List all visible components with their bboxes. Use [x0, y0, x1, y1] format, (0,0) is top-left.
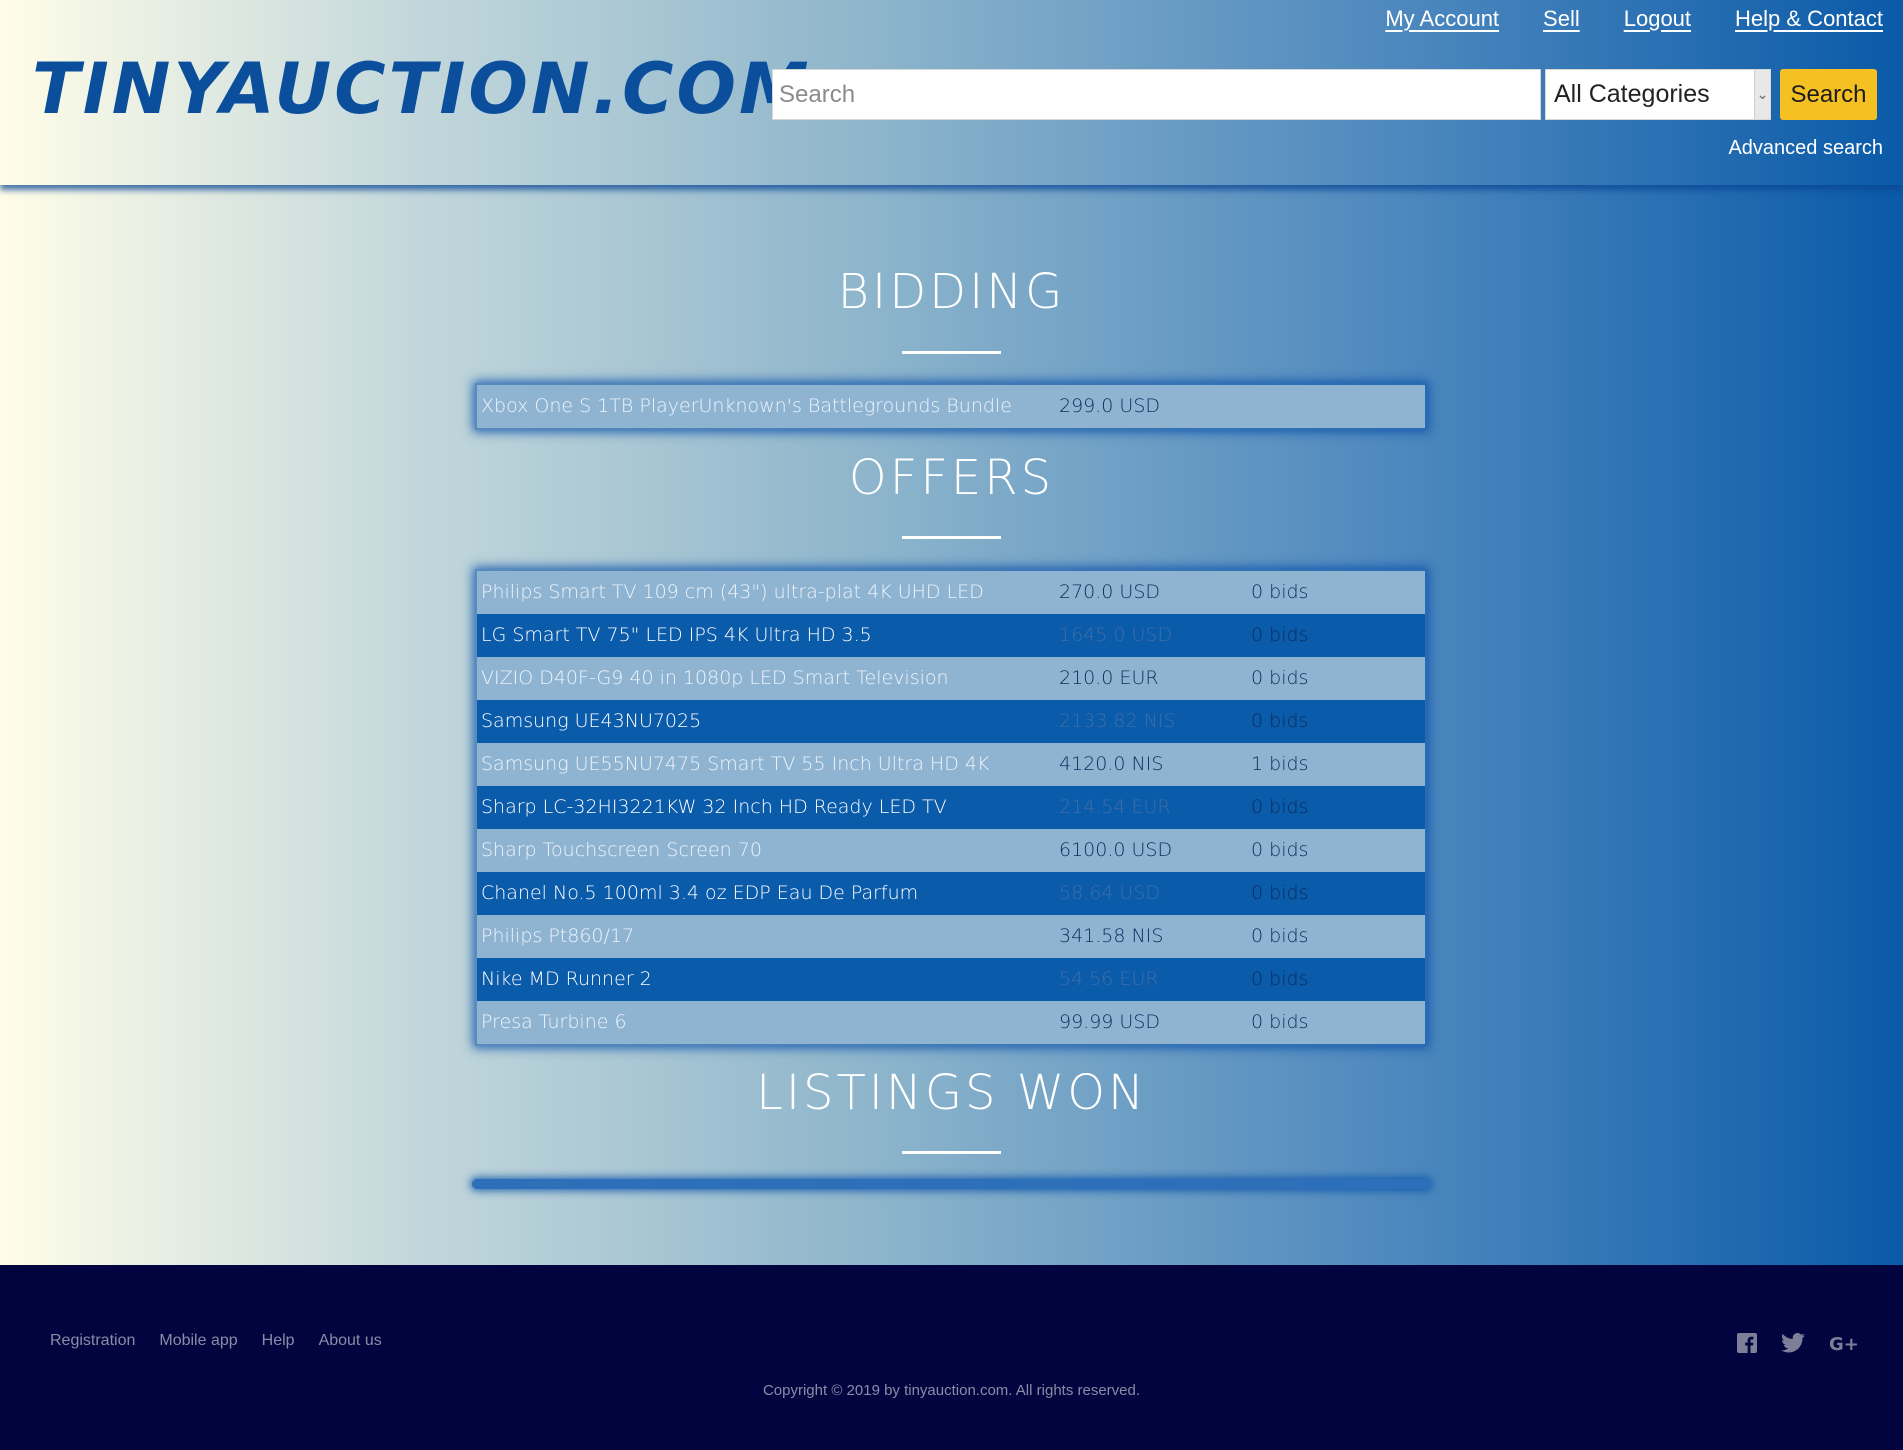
footer-link-mobile-app[interactable]: Mobile app [159, 1332, 237, 1350]
offers-divider [902, 536, 1001, 539]
facebook-icon[interactable] [1737, 1333, 1757, 1353]
google-plus-icon[interactable]: G+ [1829, 1333, 1857, 1353]
item-bids: 0 bids [1251, 624, 1309, 646]
footer-link-registration[interactable]: Registration [50, 1332, 135, 1350]
offers-heading: OFFERS [848, 450, 1055, 506]
site-header: TINYAUCTION.COM My Account Sell Logout H… [0, 0, 1903, 185]
item-price: 6100.0 USD [1059, 839, 1173, 861]
logout-link[interactable]: Logout [1624, 6, 1691, 32]
listings-won-divider [902, 1151, 1001, 1154]
item-price: 214.54 EUR [1059, 796, 1171, 818]
item-name: Chanel No.5 100ml 3.4 oz EDP Eau De Parf… [481, 882, 919, 904]
offers-row[interactable]: Philips Pt860/17 341.58 NIS 0 bids [477, 915, 1425, 958]
site-footer: Registration Mobile app Help About us G+… [0, 1265, 1903, 1450]
item-name: Philips Smart TV 109 cm (43") ultra-plat… [481, 581, 984, 603]
bidding-heading: BIDDING [837, 264, 1066, 320]
offers-row[interactable]: Nike MD Runner 2 54.56 EUR 0 bids [477, 958, 1425, 1001]
offers-row[interactable]: Sharp LC-32HI3221KW 32 Inch HD Ready LED… [477, 786, 1425, 829]
item-name: Sharp Touchscreen Screen 70 [481, 839, 762, 861]
offers-row[interactable]: Sharp Touchscreen Screen 70 6100.0 USD 0 b… [477, 829, 1425, 872]
item-bids: 0 bids [1251, 581, 1309, 603]
item-name: Nike MD Runner 2 [481, 968, 652, 990]
footer-links: Registration Mobile app Help About us [50, 1332, 382, 1350]
item-bids: 0 bids [1251, 1011, 1309, 1033]
item-price: 4120.0 NIS [1059, 753, 1164, 775]
listings-won-table [472, 1179, 1430, 1189]
item-name: Presa Turbine 6 [481, 1011, 627, 1033]
site-logo[interactable]: TINYAUCTION.COM [32, 48, 812, 130]
item-name: Sharp LC-32HI3221KW 32 Inch HD Ready LED… [481, 796, 947, 818]
item-price: 58.64 USD [1059, 882, 1161, 904]
item-bids: 0 bids [1251, 882, 1309, 904]
item-name: LG Smart TV 75" LED IPS 4K Ultra HD 3.5 [481, 624, 872, 646]
item-bids: 1 bids [1251, 753, 1309, 775]
copyright-text: Copyright © 2019 by tinyauction.com. All… [762, 1382, 1141, 1399]
item-bids: 0 bids [1251, 667, 1309, 689]
item-name: Samsung UE43NU7025 [481, 710, 702, 732]
offers-row[interactable]: VIZIO D40F-G9 40 in 1080p LED Smart Tele… [477, 657, 1425, 700]
my-account-link[interactable]: My Account [1385, 6, 1499, 32]
bidding-divider [902, 351, 1001, 354]
item-name: VIZIO D40F-G9 40 in 1080p LED Smart Tele… [481, 667, 949, 689]
advanced-search-link[interactable]: Advanced search [1728, 137, 1883, 160]
item-bids: 0 bids [1251, 796, 1309, 818]
chevron-down-icon: ⌄ [1754, 70, 1770, 119]
item-bids: 0 bids [1251, 968, 1309, 990]
item-name: Samsung UE55NU7475 Smart TV 55 Inch Ultr… [481, 753, 990, 775]
offers-row[interactable]: Philips Smart TV 109 cm (43") ultra-plat… [477, 571, 1425, 614]
footer-link-about-us[interactable]: About us [319, 1332, 382, 1350]
offers-row[interactable]: Samsung UE43NU7025 2133.82 NIS 0 bids [477, 700, 1425, 743]
social-links: G+ [1737, 1333, 1857, 1353]
offers-table: Philips Smart TV 109 cm (43") ultra-plat… [475, 569, 1427, 1046]
item-bids: 0 bids [1251, 710, 1309, 732]
offers-row[interactable]: Presa Turbine 6 99.99 USD 0 bids [477, 1001, 1425, 1044]
item-bids: 0 bids [1251, 925, 1309, 947]
offers-row[interactable]: Chanel No.5 100ml 3.4 oz EDP Eau De Parf… [477, 872, 1425, 915]
item-price: 1645.0 USD [1059, 624, 1173, 646]
item-price: 54.56 EUR [1059, 968, 1159, 990]
item-price: 270.0 USD [1059, 581, 1161, 603]
item-name: Philips Pt860/17 [481, 925, 635, 947]
item-price: 2133.82 NIS [1059, 710, 1176, 732]
offers-row[interactable]: Samsung UE55NU7475 Smart TV 55 Inch Ultr… [477, 743, 1425, 786]
item-bids: 0 bids [1251, 839, 1309, 861]
item-price: 99.99 USD [1059, 1011, 1161, 1033]
bidding-row[interactable]: Xbox One S 1TB PlayerUnknown's Battlegro… [477, 385, 1425, 428]
offers-row[interactable]: LG Smart TV 75" LED IPS 4K Ultra HD 3.5 1… [477, 614, 1425, 657]
bidding-table: Xbox One S 1TB PlayerUnknown's Battlegro… [475, 383, 1427, 430]
search-input[interactable] [772, 69, 1541, 120]
item-name: Xbox One S 1TB PlayerUnknown's Battlegro… [481, 395, 1012, 417]
twitter-icon[interactable] [1781, 1333, 1805, 1353]
category-select-value: All Categories [1554, 80, 1710, 108]
item-price: 210.0 EUR [1059, 667, 1159, 689]
svg-text:G+: G+ [1829, 1334, 1857, 1353]
footer-link-help[interactable]: Help [262, 1332, 295, 1350]
listings-won-heading: LISTINGS WON [756, 1065, 1147, 1121]
item-price: 341.58 NIS [1059, 925, 1164, 947]
search-button[interactable]: Search [1780, 69, 1877, 120]
sell-link[interactable]: Sell [1543, 6, 1580, 32]
top-nav: My Account Sell Logout Help & Contact [1385, 6, 1883, 32]
item-price: 299.0 USD [1059, 395, 1161, 417]
category-select[interactable]: All Categories ⌄ [1545, 69, 1771, 120]
help-contact-link[interactable]: Help & Contact [1735, 6, 1883, 32]
